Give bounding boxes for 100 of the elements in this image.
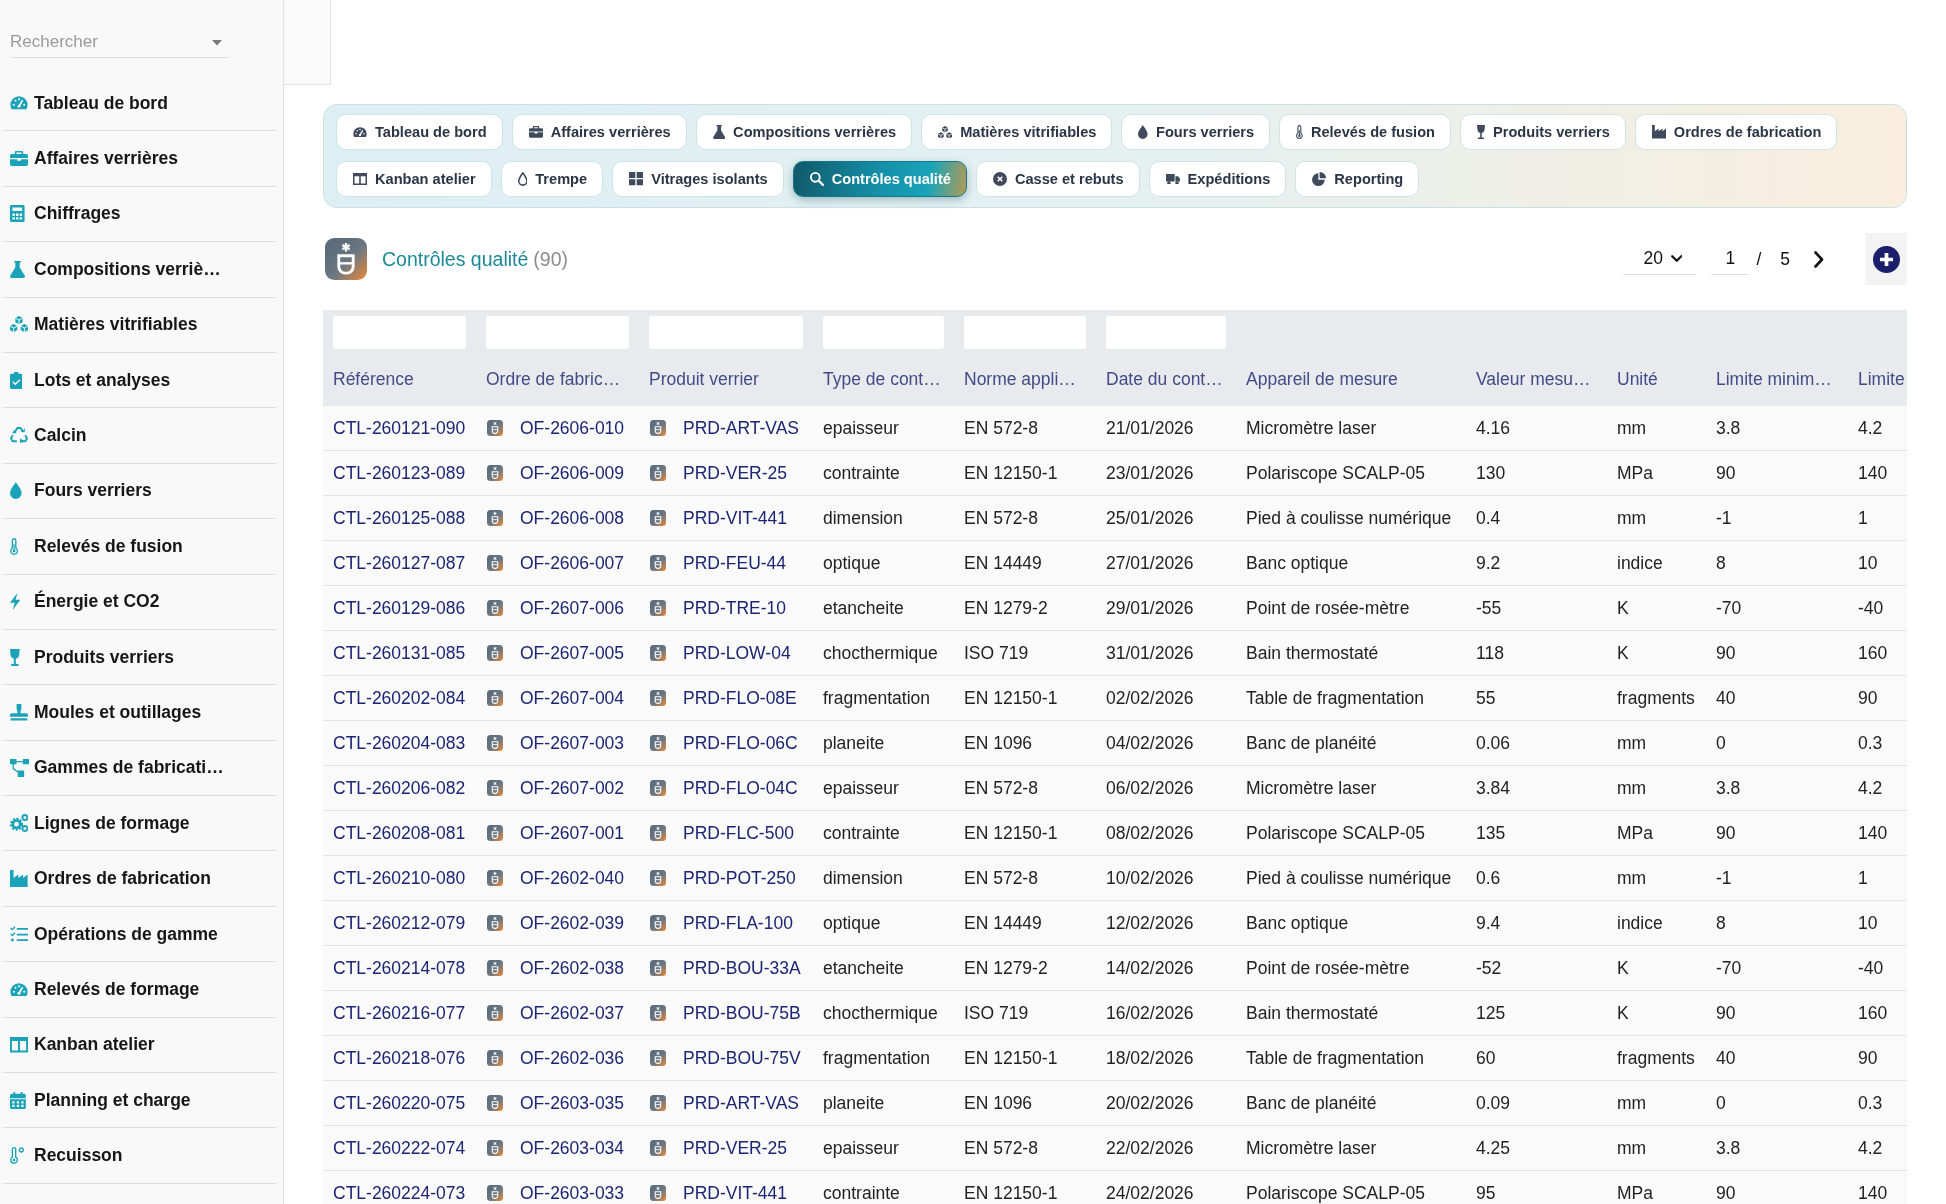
reference-link[interactable]: CTL-260208-081 bbox=[333, 822, 466, 844]
reference-link[interactable]: CTL-260204-083 bbox=[333, 732, 466, 754]
product-link[interactable]: PRD-FEU-44 bbox=[683, 552, 787, 574]
tab[interactable]: Reporting bbox=[1295, 161, 1420, 197]
column-header[interactable]: Date du cont… bbox=[1106, 368, 1223, 390]
reference-link[interactable]: CTL-260214-078 bbox=[333, 957, 466, 979]
column-header[interactable]: Limite bbox=[1858, 368, 1905, 390]
nav-item[interactable]: Relevés de fusion bbox=[3, 519, 276, 575]
order-link[interactable]: OF-2603-035 bbox=[520, 1092, 625, 1114]
order-link[interactable]: OF-2602-036 bbox=[520, 1047, 625, 1069]
product-link[interactable]: PRD-VER-25 bbox=[683, 462, 788, 484]
add-button[interactable] bbox=[1865, 233, 1907, 285]
product-link[interactable]: PRD-POT-250 bbox=[683, 867, 796, 889]
column-header[interactable]: Référence bbox=[333, 368, 414, 390]
reference-link[interactable]: CTL-260129-086 bbox=[333, 597, 466, 619]
nav-item[interactable]: Relevés de formage bbox=[3, 962, 276, 1018]
reference-link[interactable]: CTL-260127-087 bbox=[333, 552, 466, 574]
product-link[interactable]: PRD-TRE-10 bbox=[683, 597, 787, 619]
product-link[interactable]: PRD-BOU-75V bbox=[683, 1047, 801, 1069]
nav-item[interactable]: Affaires verrières bbox=[3, 131, 276, 187]
product-link[interactable]: PRD-ART-VAS bbox=[683, 1092, 800, 1114]
product-link[interactable]: PRD-LOW-04 bbox=[683, 642, 791, 664]
product-link[interactable]: PRD-BOU-33A bbox=[683, 957, 801, 979]
reference-link[interactable]: CTL-260123-089 bbox=[333, 462, 466, 484]
nav-item[interactable]: Produits verriers bbox=[3, 629, 276, 686]
reference-link[interactable]: CTL-260210-080 bbox=[333, 867, 466, 889]
page-size-select[interactable]: 20 bbox=[1623, 243, 1697, 275]
tab[interactable]: Vitrages isolants bbox=[612, 161, 784, 197]
tab[interactable]: Kanban atelier bbox=[336, 161, 492, 197]
product-link[interactable]: PRD-FLO-04C bbox=[683, 777, 798, 799]
nav-item[interactable]: Lignes de formage bbox=[3, 796, 276, 852]
nav-item[interactable]: Kanban atelier bbox=[3, 1017, 276, 1074]
reference-link[interactable]: CTL-260206-082 bbox=[333, 777, 466, 799]
column-header[interactable]: Produit verrier bbox=[649, 368, 759, 390]
nav-item[interactable]: Gammes de fabricati… bbox=[3, 740, 276, 797]
order-link[interactable]: OF-2607-002 bbox=[520, 777, 625, 799]
next-page-button[interactable] bbox=[1814, 250, 1824, 268]
order-link[interactable]: OF-2607-004 bbox=[520, 687, 625, 709]
column-header[interactable]: Type de cont… bbox=[823, 368, 941, 390]
tab[interactable]: Produits verriers bbox=[1460, 114, 1626, 150]
nav-item[interactable]: Matières vitrifiables bbox=[3, 297, 276, 353]
column-header[interactable]: Appareil de mesure bbox=[1246, 368, 1398, 390]
order-link[interactable]: OF-2606-009 bbox=[520, 462, 625, 484]
nav-item[interactable]: Compositions verriè… bbox=[3, 242, 276, 298]
product-link[interactable]: PRD-ART-VAS bbox=[683, 417, 800, 439]
product-link[interactable]: PRD-FLO-08E bbox=[683, 687, 797, 709]
reference-link[interactable]: CTL-260222-074 bbox=[333, 1137, 466, 1159]
order-link[interactable]: OF-2607-005 bbox=[520, 642, 625, 664]
tab[interactable]: Expéditions bbox=[1148, 161, 1287, 197]
tab[interactable]: Matières vitrifiables bbox=[921, 114, 1113, 150]
order-link[interactable]: OF-2603-034 bbox=[520, 1137, 625, 1159]
search-field[interactable]: Rechercher bbox=[10, 27, 230, 58]
product-link[interactable]: PRD-BOU-75B bbox=[683, 1002, 801, 1024]
nav-item[interactable]: Lots et analyses bbox=[3, 352, 276, 409]
column-header[interactable]: Valeur mesu… bbox=[1476, 368, 1591, 390]
nav-item[interactable]: Chiffrages bbox=[3, 186, 276, 243]
product-link[interactable]: PRD-FLC-500 bbox=[683, 822, 794, 844]
column-header[interactable]: Limite minim… bbox=[1716, 368, 1832, 390]
tab[interactable]: Trempe bbox=[500, 161, 604, 197]
reference-link[interactable]: CTL-260202-084 bbox=[333, 687, 466, 709]
order-link[interactable]: OF-2602-038 bbox=[520, 957, 625, 979]
nav-item[interactable]: Ordres de fabrication bbox=[3, 851, 276, 907]
reference-link[interactable]: CTL-260125-088 bbox=[333, 507, 466, 529]
tab[interactable]: Compositions verrières bbox=[695, 114, 913, 150]
tab[interactable]: Relevés de fusion bbox=[1279, 114, 1451, 150]
product-link[interactable]: PRD-VIT-441 bbox=[683, 507, 788, 529]
product-link[interactable]: PRD-FLA-100 bbox=[683, 912, 793, 934]
nav-item[interactable]: Énergie et CO2 bbox=[3, 574, 276, 630]
nav-item[interactable]: Tableau de bord bbox=[3, 76, 276, 132]
tab[interactable]: Affaires verrières bbox=[511, 114, 687, 150]
order-link[interactable]: OF-2602-040 bbox=[520, 867, 625, 889]
order-link[interactable]: OF-2602-037 bbox=[520, 1002, 625, 1024]
tab[interactable]: Contrôles qualité bbox=[792, 161, 967, 197]
product-link[interactable]: PRD-VER-25 bbox=[683, 1137, 788, 1159]
nav-item[interactable]: Moules et outillages bbox=[3, 685, 276, 741]
product-link[interactable]: PRD-VIT-441 bbox=[683, 1182, 788, 1204]
reference-link[interactable]: CTL-260212-079 bbox=[333, 912, 466, 934]
order-link[interactable]: OF-2607-001 bbox=[520, 822, 625, 844]
tab[interactable]: Casse et rebuts bbox=[975, 161, 1140, 197]
order-link[interactable]: OF-2602-039 bbox=[520, 912, 625, 934]
reference-link[interactable]: CTL-260218-076 bbox=[333, 1047, 466, 1069]
column-header[interactable]: Norme appli… bbox=[964, 368, 1076, 390]
tab[interactable]: Fours verriers bbox=[1121, 114, 1271, 150]
nav-item[interactable]: Recuisson bbox=[3, 1128, 276, 1184]
tab[interactable]: Tableau de bord bbox=[336, 114, 503, 150]
reference-link[interactable]: CTL-260220-075 bbox=[333, 1092, 466, 1114]
product-link[interactable]: PRD-FLO-06C bbox=[683, 732, 798, 754]
order-link[interactable]: OF-2603-033 bbox=[520, 1182, 625, 1204]
order-link[interactable]: OF-2606-010 bbox=[520, 417, 625, 439]
nav-item[interactable]: Planning et charge bbox=[3, 1073, 276, 1129]
column-header[interactable]: Ordre de fabric… bbox=[486, 368, 621, 390]
order-link[interactable]: OF-2607-006 bbox=[520, 597, 625, 619]
reference-link[interactable]: CTL-260121-090 bbox=[333, 417, 466, 439]
page-input[interactable]: 1 bbox=[1711, 243, 1750, 275]
nav-item[interactable]: Opérations de gamme bbox=[3, 906, 276, 963]
nav-item[interactable]: Calcin bbox=[3, 408, 276, 464]
reference-link[interactable]: CTL-260216-077 bbox=[333, 1002, 466, 1024]
order-link[interactable]: OF-2606-008 bbox=[520, 507, 625, 529]
order-link[interactable]: OF-2607-003 bbox=[520, 732, 625, 754]
order-link[interactable]: OF-2606-007 bbox=[520, 552, 625, 574]
